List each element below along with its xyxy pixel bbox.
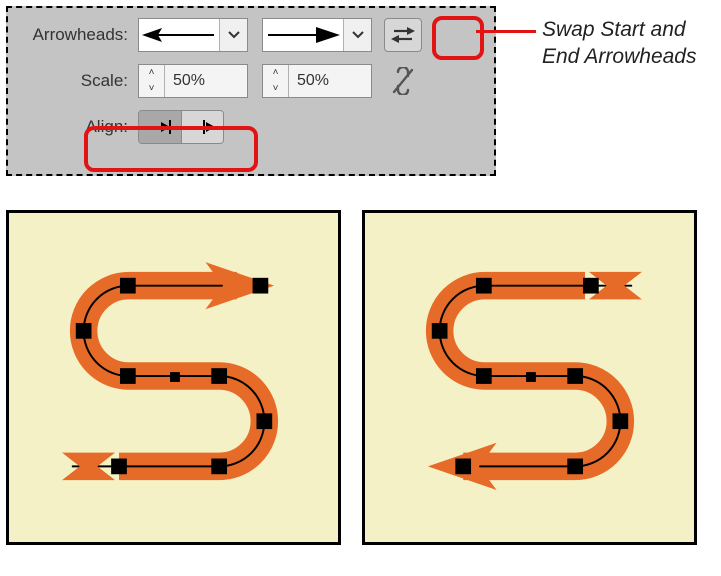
start-scale-stepper[interactable]: ˄ ˅ 50% <box>138 64 248 98</box>
align-outside-icon <box>191 119 215 135</box>
step-down-icon: ˅ <box>263 81 288 97</box>
chevron-down-icon <box>219 19 247 51</box>
end-scale-value: 50% <box>289 72 371 90</box>
step-up-icon: ˄ <box>263 65 288 81</box>
step-down-icon: ˅ <box>139 81 164 97</box>
callout-leader-line <box>476 30 536 33</box>
end-arrowhead-dropdown[interactable] <box>262 18 372 52</box>
after-artboard <box>362 210 697 545</box>
start-scale-value: 50% <box>165 72 247 90</box>
align-outside-toggle[interactable] <box>181 111 223 143</box>
start-arrowhead-dropdown[interactable] <box>138 18 248 52</box>
align-toggle-group <box>138 110 224 144</box>
before-artboard <box>6 210 341 545</box>
align-inside-toggle[interactable] <box>139 111 181 143</box>
end-scale-stepper[interactable]: ˄ ˅ 50% <box>262 64 372 98</box>
align-row: Align: <box>20 110 482 144</box>
swap-arrowheads-button[interactable] <box>384 18 422 52</box>
scale-row: Scale: ˄ ˅ 50% ˄ ˅ 50% <box>20 64 482 98</box>
swap-callout-text: Swap Start and End Arrowheads <box>542 16 717 71</box>
step-up-icon: ˄ <box>139 65 164 81</box>
stepper-buttons[interactable]: ˄ ˅ <box>139 65 165 97</box>
link-scales-button[interactable] <box>384 64 422 98</box>
align-label: Align: <box>20 117 138 137</box>
stepper-buttons[interactable]: ˄ ˅ <box>263 65 289 97</box>
end-arrowhead-swatch <box>263 25 343 45</box>
scale-label: Scale: <box>20 71 138 91</box>
start-arrowhead-swatch <box>139 25 219 45</box>
swap-arrows-icon <box>391 25 415 45</box>
stroke-panel: Arrowheads: <box>6 6 496 176</box>
unlink-icon <box>391 67 415 95</box>
align-inside-icon <box>148 119 172 135</box>
arrowheads-label: Arrowheads: <box>20 25 138 45</box>
chevron-down-icon <box>343 19 371 51</box>
arrowheads-row: Arrowheads: <box>20 18 482 52</box>
